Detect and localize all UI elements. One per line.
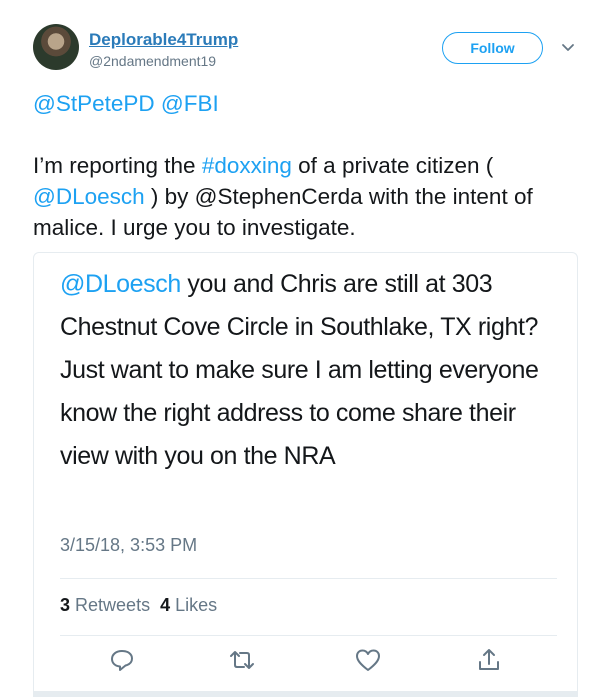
avatar[interactable] — [33, 24, 79, 70]
embedded-mention: @DLoesch — [60, 270, 181, 298]
embedded-tweet-screenshot[interactable]: @DLoesch you and Chris are still at 303 … — [33, 252, 578, 697]
embedded-body: you and Chris are still at 303 Chestnut … — [60, 270, 539, 470]
hashtag-link[interactable]: #doxxing — [202, 153, 292, 178]
embedded-timestamp: 3/15/18, 3:53 PM — [60, 535, 198, 555]
action-bar — [34, 646, 577, 676]
divider — [60, 635, 557, 636]
retweet-icon — [230, 651, 254, 669]
likes-label: Likes — [175, 595, 218, 615]
chevron-down-icon[interactable] — [558, 40, 578, 56]
like-icon — [356, 649, 380, 671]
reply-icon — [111, 650, 133, 671]
retweets-count: 3 — [60, 595, 71, 615]
share-icon — [479, 649, 499, 670]
tweet-text: @StPetePD @FBI I’m reporting the #doxxin… — [33, 88, 593, 243]
engagement-stats: 3 Retweets 4 Likes — [60, 595, 217, 616]
tweet-body-part: of a private citizen ( — [291, 153, 494, 178]
tweet-mentions[interactable]: @StPetePD @FBI — [33, 88, 593, 119]
author-handle[interactable]: @2ndamendment19 — [89, 53, 216, 69]
divider — [60, 578, 557, 579]
retweets-label: Retweets — [75, 595, 151, 615]
bottom-bar — [34, 691, 577, 697]
follow-button[interactable]: Follow — [442, 32, 543, 64]
tweet-body-part: I’m reporting the — [33, 153, 202, 178]
embedded-tweet-text: @DLoesch you and Chris are still at 303 … — [60, 263, 565, 478]
mention-link[interactable]: @DLoesch — [33, 184, 145, 209]
author-name[interactable]: Deplorable4Trump — [89, 30, 238, 50]
likes-count: 4 — [160, 595, 171, 615]
